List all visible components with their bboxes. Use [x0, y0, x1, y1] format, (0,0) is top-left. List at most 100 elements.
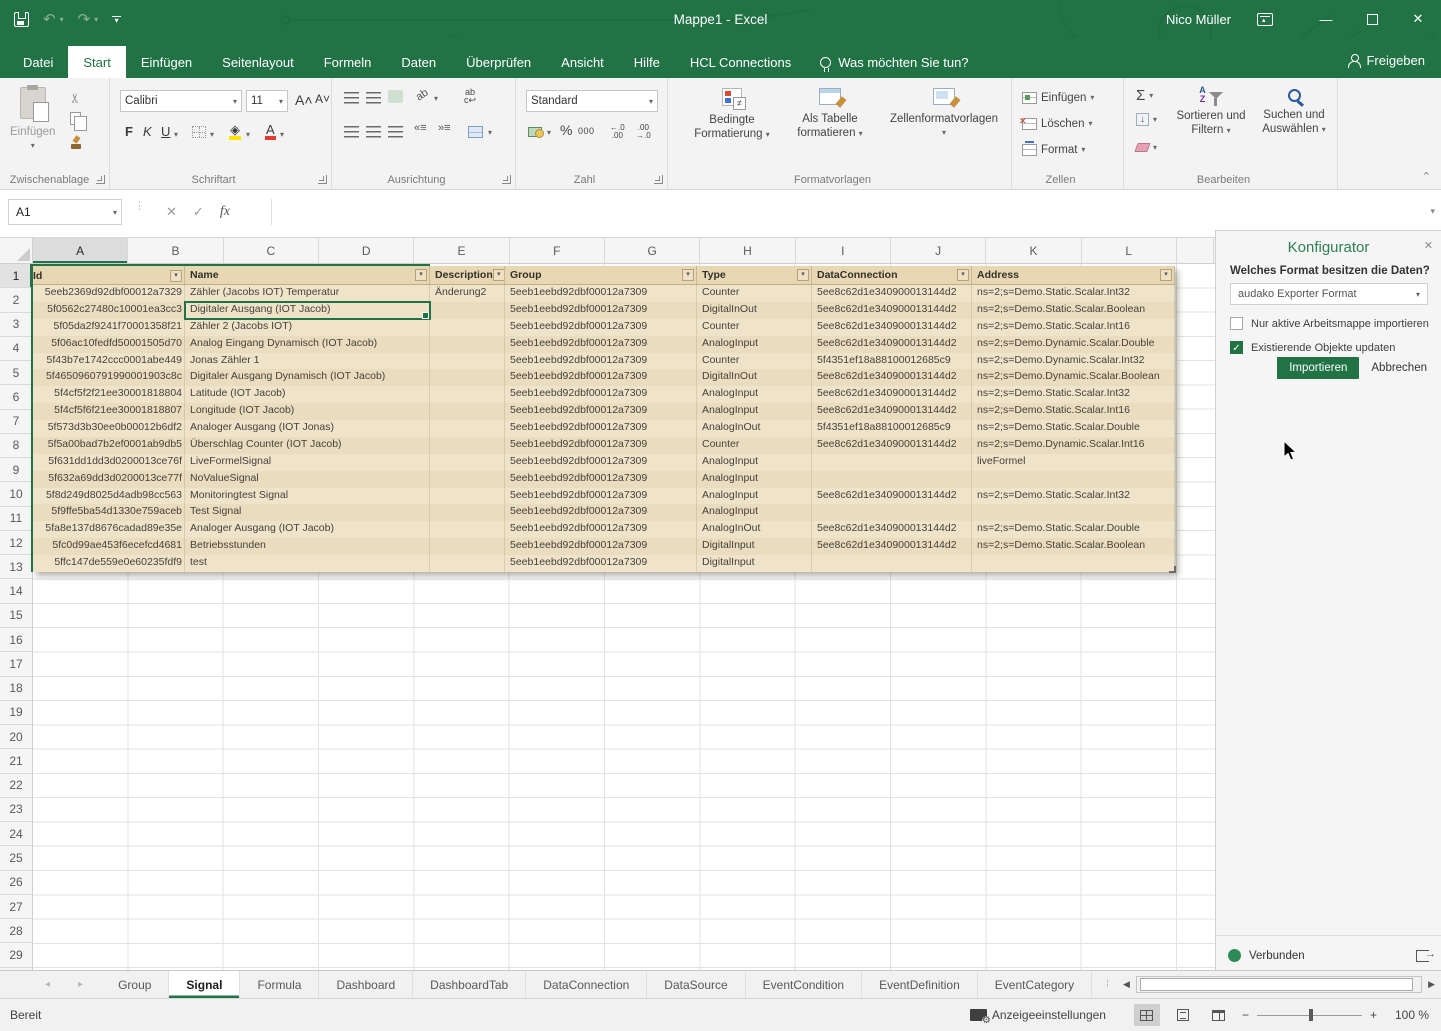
table-cell[interactable]: AnalogInput [697, 386, 812, 403]
hscroll-left-icon[interactable]: ◀ [1123, 979, 1130, 990]
decrease-decimal-icon[interactable]: .00→.0 [636, 124, 651, 140]
table-cell[interactable]: 5f43b7e1742ccc0001abe449 [33, 353, 185, 370]
row-header-20[interactable]: 20 [0, 725, 32, 749]
font-dialog-launcher-icon[interactable] [318, 175, 327, 184]
table-cell[interactable]: 5ee8c62d1e340900013144d2 [812, 538, 972, 555]
sheet-tab-dataconnection[interactable]: DataConnection [526, 971, 647, 998]
autosum-button[interactable]: Σ▾ [1136, 86, 1153, 105]
row-header-28[interactable]: 28 [0, 919, 32, 943]
borders-icon[interactable] [192, 126, 206, 138]
logout-icon[interactable] [1416, 950, 1429, 962]
table-cell[interactable]: NoValueSignal [185, 471, 430, 488]
table-cell[interactable] [812, 555, 972, 572]
row-header-29[interactable]: 29 [0, 943, 32, 967]
ribbon-tab-einfügen[interactable]: Einfügen [126, 46, 207, 78]
row-header-8[interactable]: 8 [0, 434, 32, 458]
table-cell[interactable]: 5ee8c62d1e340900013144d2 [812, 319, 972, 336]
table-cell[interactable] [430, 353, 505, 370]
underline-icon[interactable]: U [158, 124, 173, 139]
table-cell[interactable]: 5f4351ef18a88100012685c9 [812, 353, 972, 370]
table-cell[interactable]: DigitalInput [697, 555, 812, 572]
table-cell[interactable]: 5eeb1eebd92dbf00012a7309 [505, 521, 697, 538]
merge-dropdown-icon[interactable]: ▾ [488, 128, 492, 137]
wrap-text-icon[interactable]: abc↩ [464, 88, 476, 104]
table-cell[interactable]: 5eeb2369d92dbf00012a7329 [33, 285, 185, 302]
maximize-button[interactable] [1349, 0, 1395, 38]
table-cell[interactable]: test [185, 555, 430, 572]
row-header-24[interactable]: 24 [0, 822, 32, 846]
filter-dropdown-icon[interactable]: ▾ [493, 269, 505, 281]
row-header-18[interactable]: 18 [0, 677, 32, 701]
table-cell[interactable] [430, 504, 505, 521]
column-header-L[interactable]: L [1082, 238, 1177, 263]
table-cell[interactable]: 5ee8c62d1e340900013144d2 [812, 488, 972, 505]
number-format-combo[interactable]: Standard▾ [526, 90, 658, 112]
table-cell[interactable] [972, 555, 1175, 572]
table-cell[interactable] [430, 386, 505, 403]
row-header-23[interactable]: 23 [0, 798, 32, 822]
display-settings-button[interactable]: Anzeigeeinstellungen [970, 1008, 1106, 1022]
table-cell[interactable]: ns=2;s=Demo.Dynamic.Scalar.Int16 [972, 437, 1175, 454]
table-cell[interactable]: 5f0562c27480c10001ea3cc3 [33, 302, 185, 319]
table-cell[interactable]: ns=2;s=Demo.Static.Scalar.Int16 [972, 319, 1175, 336]
table-cell[interactable]: 5ee8c62d1e340900013144d2 [812, 369, 972, 386]
table-cell[interactable]: DigitalInput [697, 538, 812, 555]
sheet-tab-eventcondition[interactable]: EventCondition [746, 971, 862, 998]
cancel-entry-icon[interactable]: ✕ [166, 204, 177, 220]
table-cell[interactable]: AnalogInput [697, 336, 812, 353]
table-cell[interactable]: LiveFormelSignal [185, 454, 430, 471]
alignment-dialog-launcher-icon[interactable] [502, 175, 511, 184]
table-cell[interactable]: ns=2;s=Demo.Dynamic.Scalar.Int32 [972, 353, 1175, 370]
table-cell[interactable]: ns=2;s=Demo.Static.Scalar.Int16 [972, 403, 1175, 420]
row-header-17[interactable]: 17 [0, 652, 32, 676]
cell-styles-button[interactable]: Zellenformatvorlagen ▾ [880, 88, 1008, 140]
row-header-22[interactable]: 22 [0, 774, 32, 798]
paste-button[interactable]: Einfügen▾ [10, 87, 55, 153]
tab-scroll-splitter[interactable]: ⁞ [1092, 971, 1123, 998]
increase-indent-icon[interactable]: »≡ [438, 122, 451, 134]
expand-formula-bar-icon[interactable]: ▾ [1430, 206, 1435, 217]
minimize-button[interactable]: — [1303, 0, 1349, 38]
table-cell[interactable]: 5f632a69dd3d0200013ce77f [33, 471, 185, 488]
ribbon-tab-hilfe[interactable]: Hilfe [619, 46, 675, 78]
table-cell[interactable]: AnalogInput [697, 488, 812, 505]
close-button[interactable]: ✕ [1395, 0, 1441, 38]
increase-decimal-icon[interactable]: ←.0.00 [610, 124, 625, 140]
table-cell[interactable]: 5eeb1eebd92dbf00012a7309 [505, 538, 697, 555]
table-cell[interactable]: 5f4650960791990001903c8c [33, 369, 185, 386]
checkbox-only-active-workbook[interactable]: Nur aktive Arbeitsmappe importieren [1230, 317, 1429, 330]
table-cell[interactable]: 5eeb1eebd92dbf00012a7309 [505, 437, 697, 454]
hscroll-thumb[interactable] [1140, 978, 1413, 991]
row-header-10[interactable]: 10 [0, 482, 32, 506]
row-header-14[interactable]: 14 [0, 579, 32, 603]
column-header-B[interactable]: B [128, 238, 223, 263]
tell-me-box[interactable]: Was möchten Sie tun? [806, 46, 982, 78]
sheet-tab-formula[interactable]: Formula [240, 971, 319, 998]
filter-dropdown-icon[interactable]: ▾ [957, 269, 969, 281]
table-cell[interactable]: 5eeb1eebd92dbf00012a7309 [505, 471, 697, 488]
table-cell[interactable]: 5f5a00bad7b2ef0001ab9db5 [33, 437, 185, 454]
table-cell[interactable]: Digitaler Ausgang (IOT Jacob) [185, 302, 430, 319]
table-cell[interactable] [430, 521, 505, 538]
select-all-corner[interactable] [0, 238, 33, 264]
table-cell[interactable]: 5fa8e137d8676cadad89e35e [33, 521, 185, 538]
table-cell[interactable]: 5ee8c62d1e340900013144d2 [812, 437, 972, 454]
ribbon-tab-überprüfen[interactable]: Überprüfen [451, 46, 546, 78]
account-user-name[interactable]: Nico Müller [1166, 12, 1231, 27]
decrease-indent-icon[interactable]: «≡ [414, 122, 427, 134]
format-select[interactable]: audako Exporter Format ▾ [1230, 283, 1428, 305]
table-cell[interactable]: ns=2;s=Demo.Dynamic.Scalar.Boolean [972, 369, 1175, 386]
table-cell[interactable]: DigitalInOut [697, 302, 812, 319]
ribbon-display-options-icon[interactable] [1257, 13, 1273, 26]
row-header-7[interactable]: 7 [0, 410, 32, 434]
column-header-H[interactable]: H [700, 238, 795, 263]
row-header-4[interactable]: 4 [0, 337, 32, 361]
table-cell[interactable]: Analog Eingang Dynamisch (IOT Jacob) [185, 336, 430, 353]
accounting-format-icon[interactable] [528, 126, 544, 138]
filter-dropdown-icon[interactable]: ▾ [415, 269, 427, 281]
table-cell[interactable]: Analoger Ausgang (IOT Jonas) [185, 420, 430, 437]
table-cell[interactable]: 5eeb1eebd92dbf00012a7309 [505, 285, 697, 302]
sheet-tab-dashboard[interactable]: Dashboard [319, 971, 413, 998]
confirm-entry-icon[interactable]: ✓ [193, 204, 204, 220]
table-cell[interactable]: 5f4351ef18a88100012685c9 [812, 420, 972, 437]
